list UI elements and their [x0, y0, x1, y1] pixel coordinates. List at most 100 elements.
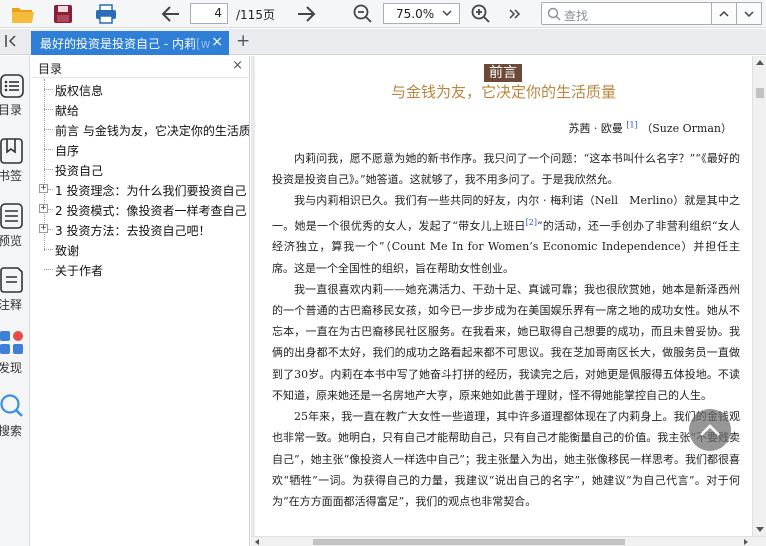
previous-page-button[interactable]	[159, 2, 183, 26]
chapter-heading: 前言	[484, 64, 522, 82]
close-tab-button[interactable]: ×	[211, 34, 223, 50]
rail-label-bookmarks: 书签	[0, 169, 23, 183]
note-icon	[0, 267, 23, 293]
next-page-button[interactable]	[294, 2, 318, 26]
arrow-left-icon	[161, 6, 179, 22]
double-chevron-right-icon	[509, 9, 521, 19]
scroll-to-top-button[interactable]	[689, 409, 731, 451]
zoom-in-button[interactable]	[470, 2, 492, 26]
outline-item-label: 前言 与金钱为友，它决定你的生活质	[55, 124, 250, 138]
rail-label-discover: 发现	[0, 361, 23, 375]
outline-item[interactable]: 关于作者	[31, 259, 249, 279]
document-tab-title: 最好的投资是投资自己 - 内莉	[40, 36, 196, 51]
search-icon	[547, 7, 561, 24]
zoom-out-icon	[353, 4, 372, 23]
paragraph: 25年来，我一直在教广大女性一些道理，其中许多道理都体现在了内莉身上。我们的金钱…	[272, 410, 740, 508]
print-button[interactable]	[93, 2, 119, 26]
outline-item[interactable]: 版权信息	[31, 79, 249, 99]
left-tool-rail: 目录 书签 预览 注释 发现 搜索	[0, 56, 30, 546]
collapse-left-icon	[5, 35, 16, 47]
rail-item-preview[interactable]: 预览	[0, 203, 30, 251]
outline-item-label: 致谢	[55, 244, 80, 258]
author-english-name: （Suze Orman）	[641, 122, 732, 135]
save-icon	[54, 5, 72, 23]
outline-item-label: 3 投资方法：去投资自己吧！	[55, 224, 211, 238]
list-icon	[0, 74, 24, 98]
outline-item[interactable]: + 2 投资模式：像投资者一样考查自己	[31, 199, 249, 219]
new-tab-button[interactable]: +	[236, 32, 250, 50]
pdf-reader-window: 4 /115页 75.0% 查找 最好的投资是投资自己 - 内莉[w × + 目…	[0, 0, 766, 546]
thumbnails-icon	[0, 203, 23, 229]
outline-item[interactable]: 自序	[31, 139, 249, 159]
chevron-down-icon	[441, 7, 453, 22]
chevron-up-icon	[700, 424, 720, 436]
rail-label-contents: 目录	[0, 103, 23, 117]
main-toolbar: 4 /115页 75.0% 查找	[0, 0, 766, 28]
outline-item[interactable]: + 3 投资方法：去投资自己吧！	[31, 219, 249, 239]
zoom-in-icon	[471, 4, 490, 23]
arrow-right-icon	[298, 6, 316, 22]
save-button[interactable]	[51, 2, 75, 26]
rail-item-contents[interactable]: 目录	[0, 74, 30, 122]
outline-header: 目录 ×	[31, 56, 249, 78]
paragraph: 我一直很喜欢内莉——她充满活力、干劲十足、真诚可靠；我也很欣赏她，她本是新泽西州…	[272, 282, 740, 402]
outline-title: 目录	[38, 62, 63, 76]
zoom-out-button[interactable]	[352, 2, 374, 26]
open-folder-button[interactable]	[10, 2, 36, 26]
tree-connector	[44, 269, 53, 270]
tree-connector	[44, 169, 53, 170]
search-previous-button[interactable]	[711, 2, 737, 25]
outline-item-label: 2 投资模式：像投资者一样考查自己	[55, 204, 247, 218]
discover-icon	[0, 331, 23, 354]
outline-item-label: 自序	[55, 144, 80, 158]
scroll-right-arrow[interactable]	[744, 539, 748, 545]
footnote-link[interactable]: [2]	[526, 218, 537, 227]
expand-toggle[interactable]: +	[39, 184, 48, 193]
more-tools-button[interactable]	[506, 2, 524, 26]
document-tab-title-overflow: [w	[195, 36, 210, 51]
search-input[interactable]: 查找	[541, 2, 712, 25]
rail-label-preview: 预览	[0, 234, 23, 248]
paragraph: 我与内莉相识已久。我们有一些共同的好友，内尔 · 梅利诺（Nell Merlin…	[272, 190, 740, 278]
tree-connector	[44, 149, 53, 150]
vertical-scrollbar[interactable]	[752, 56, 766, 536]
outline-item[interactable]: 献给	[31, 99, 249, 119]
close-outline-button[interactable]: ×	[232, 58, 243, 73]
bookmark-icon	[0, 138, 23, 164]
outline-item[interactable]: + 1 投资理念：为什么我们要投资自己	[31, 179, 249, 199]
outline-item[interactable]: 致谢	[31, 239, 249, 259]
tree-connector	[44, 129, 53, 130]
rail-item-search[interactable]: 搜索	[0, 394, 30, 442]
document-viewport[interactable]: 前言 与金钱为友，它决定你的生活质量 苏茜 · 欧曼 [1] （Suze Orm…	[251, 56, 766, 546]
horizontal-scroll-thumb[interactable]	[313, 539, 625, 545]
vertical-scroll-thumb[interactable]	[756, 88, 764, 98]
document-page: 前言 与金钱为友，它决定你的生活质量 苏茜 · 欧曼 [1] （Suze Orm…	[255, 56, 752, 536]
chevron-down-icon	[744, 10, 754, 17]
horizontal-scrollbar[interactable]	[251, 536, 766, 546]
printer-icon	[96, 4, 116, 24]
rail-item-annotations[interactable]: 注释	[0, 267, 30, 315]
rail-item-bookmarks[interactable]: 书签	[0, 138, 30, 186]
scroll-left-arrow[interactable]	[255, 539, 259, 545]
scroll-up-arrow[interactable]	[756, 60, 764, 65]
folder-icon	[12, 8, 34, 23]
tree-connector	[44, 89, 53, 90]
page-total-label: /115页	[236, 8, 275, 22]
rail-item-discover[interactable]: 发现	[0, 331, 30, 379]
page-number-input[interactable]: 4	[190, 3, 228, 24]
outline-item[interactable]: 投资自己	[31, 159, 249, 179]
zoom-select[interactable]: 75.0%	[383, 3, 460, 24]
zoom-value: 75.0%	[396, 7, 435, 21]
expand-toggle[interactable]: +	[39, 224, 48, 233]
expand-toggle[interactable]: +	[39, 204, 48, 213]
chevron-up-icon	[719, 10, 729, 17]
outline-panel: 目录 × 版权信息 献给 前言 与金钱为友，它决定你的生活质 自序 投资自己 +…	[31, 56, 250, 546]
scroll-down-arrow[interactable]	[756, 527, 764, 532]
footnote-link[interactable]: [1]	[626, 120, 637, 129]
outline-item-current[interactable]: 前言 与金钱为友，它决定你的生活质	[31, 119, 250, 139]
search-next-button[interactable]	[736, 2, 762, 25]
collapse-sidebar-button[interactable]	[3, 33, 21, 51]
document-tab[interactable]: 最好的投资是投资自己 - 内莉[w ×	[31, 31, 229, 55]
rail-label-annotations: 注释	[0, 298, 23, 312]
tree-connector	[44, 109, 53, 110]
